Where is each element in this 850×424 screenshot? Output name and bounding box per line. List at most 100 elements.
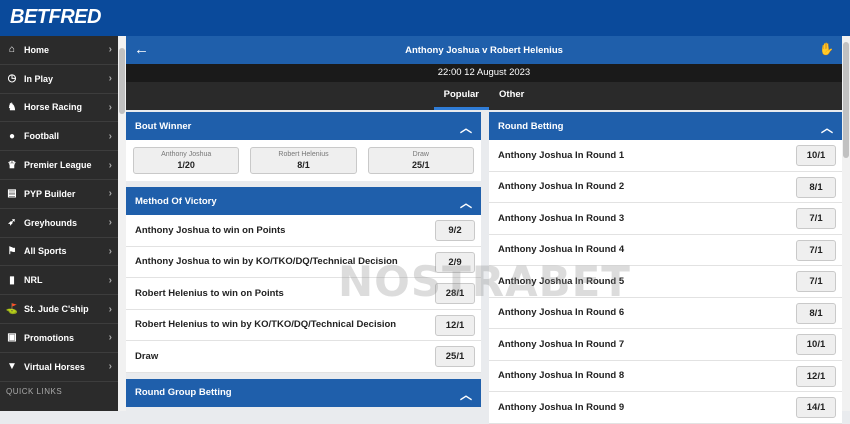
watermark: NOSTRABET <box>338 257 631 306</box>
round-betting-title: Round Betting <box>498 120 564 132</box>
odds-button[interactable]: 8/1 <box>796 302 836 324</box>
selection-button[interactable]: Draw 25/1 <box>367 147 474 174</box>
football-icon: ● <box>8 130 16 142</box>
selection-label: Anthony Joshua In Round 8 <box>498 370 625 382</box>
market-row: Robert Helenius to win by KO/TKO/DQ/Tech… <box>126 309 481 341</box>
rugby-icon: ▮ <box>9 274 15 286</box>
selection-label: Anthony Joshua In Round 9 <box>498 401 625 413</box>
market-row: Anthony Joshua In Round 1 10/1 <box>489 140 842 172</box>
sidebar-item[interactable]: ◷ In Play › <box>0 65 118 94</box>
sidebar-item-label: Promotions <box>24 332 75 343</box>
odds-button[interactable]: 12/1 <box>435 314 475 336</box>
odds-button[interactable]: 8/1 <box>796 176 836 198</box>
selection-button[interactable]: Robert Helenius 8/1 <box>250 147 357 174</box>
selection-odds: 1/20 <box>177 160 195 170</box>
method-of-victory-header[interactable]: Method Of Victory ︿ <box>126 187 481 215</box>
golf-icon: ⛳ <box>5 303 19 315</box>
round-betting-header[interactable]: Round Betting ︿ <box>489 112 842 140</box>
selection-name: Anthony Joshua <box>161 151 212 158</box>
chevron-right-icon: › <box>108 245 112 257</box>
tab-other[interactable]: Other <box>489 82 534 110</box>
sidebar-item[interactable]: ♞ Horse Racing › <box>0 94 118 123</box>
page-scrollbar-thumb[interactable] <box>843 42 849 158</box>
chevron-up-icon[interactable]: ︿ <box>821 119 833 136</box>
odds-button[interactable]: 7/1 <box>796 239 836 261</box>
market-row: Anthony Joshua to win on Points 9/2 <box>126 215 481 247</box>
promotions-icon: ▣ <box>7 332 17 344</box>
sidebar-item-label: Horse Racing <box>24 102 83 113</box>
event-header: ← Anthony Joshua v Robert Helenius ✋ <box>126 36 842 64</box>
round-group-betting-header[interactable]: Round Group Betting ︿ <box>126 378 481 407</box>
sidebar-item[interactable]: ⚑ All Sports › <box>0 238 118 267</box>
top-bar: BETFRED <box>0 0 850 36</box>
sidebar-item[interactable]: ▮ NRL › <box>0 266 118 296</box>
sidebar-item[interactable]: ▼ Virtual Horses › <box>0 353 118 382</box>
event-datetime: 22:00 12 August 2023 <box>126 64 842 82</box>
sports-icon: ⚑ <box>7 245 17 257</box>
market-tabs: Popular Other <box>126 82 842 110</box>
chevron-right-icon: › <box>108 159 112 171</box>
sidebar-item-label: Home <box>24 44 50 55</box>
chevron-up-icon[interactable]: ︿ <box>460 386 472 403</box>
back-arrow-icon[interactable]: ← <box>134 41 149 58</box>
selection-label: Robert Helenius to win by KO/TKO/DQ/Tech… <box>135 319 397 331</box>
stopwatch-icon: ◷ <box>7 73 17 85</box>
betfred-logo[interactable]: BETFRED <box>10 6 101 29</box>
sidebar-item[interactable]: ➶ Greyhounds › <box>0 209 118 238</box>
sidebar-scrollbar-thumb[interactable] <box>119 48 125 114</box>
builder-icon: ▤ <box>7 188 17 200</box>
odds-button[interactable]: 12/1 <box>796 365 836 387</box>
market-row: Anthony Joshua In Round 2 8/1 <box>489 171 842 203</box>
method-of-victory-title: Method Of Victory <box>135 195 217 207</box>
tab-popular[interactable]: Popular <box>433 82 490 110</box>
odds-button[interactable]: 10/1 <box>796 145 836 166</box>
chevron-up-icon[interactable]: ︿ <box>460 119 472 136</box>
market-row: Anthony Joshua In Round 9 14/1 <box>489 392 842 424</box>
selection-label: Robert Helenius to win on Points <box>135 287 284 299</box>
main-content: ← Anthony Joshua v Robert Helenius ✋ 22:… <box>126 36 842 424</box>
chevron-right-icon: › <box>108 44 112 56</box>
chevron-right-icon: › <box>108 101 112 113</box>
selection-odds: 8/1 <box>297 160 310 170</box>
selection-label: Anthony Joshua In Round 3 <box>498 212 625 224</box>
selection-name: Draw <box>412 151 429 158</box>
trophy-icon: ♛ <box>7 159 17 171</box>
quick-links-heading: QUICK LINKS <box>6 387 63 397</box>
round-group-betting-title: Round Group Betting <box>135 387 232 398</box>
odds-button[interactable]: 14/1 <box>796 397 836 418</box>
bet-builder-icon[interactable]: ✋ <box>819 42 834 56</box>
sidebar-item-label: PYP Builder <box>24 188 76 199</box>
sidebar-item-label: Football <box>24 131 59 142</box>
odds-button[interactable]: 25/1 <box>435 346 475 367</box>
event-title: Anthony Joshua v Robert Helenius <box>405 44 563 56</box>
selection-name: Robert Helenius <box>278 151 329 158</box>
chevron-right-icon: › <box>108 130 112 142</box>
chevron-right-icon: › <box>108 303 112 315</box>
selection-button[interactable]: Anthony Joshua 1/20 <box>133 147 240 174</box>
sidebar-item[interactable]: ▣ Promotions › <box>0 324 118 353</box>
sidebar-item[interactable]: ▤ PYP Builder › <box>0 180 118 209</box>
sidebar-item[interactable]: ⌂ Home › <box>0 36 118 65</box>
odds-button[interactable]: 7/1 <box>796 208 836 229</box>
sidebar-scrollbar[interactable] <box>118 36 126 411</box>
sidebar-item-label: Greyhounds <box>24 217 78 228</box>
odds-button[interactable]: 7/1 <box>796 271 836 292</box>
page-scrollbar[interactable] <box>842 36 850 411</box>
sidebar-item-label: St. Jude C'ship <box>24 304 89 315</box>
chevron-right-icon: › <box>108 361 112 373</box>
sidebar-item[interactable]: ⛳ St. Jude C'ship › <box>0 295 118 324</box>
chevron-up-icon[interactable]: ︿ <box>460 194 472 211</box>
market-row: Anthony Joshua In Round 8 12/1 <box>489 360 842 392</box>
market-row: Anthony Joshua In Round 3 7/1 <box>489 203 842 235</box>
sidebar-item[interactable]: ♛ Premier League › <box>0 151 118 180</box>
sidebar-item[interactable]: ● Football › <box>0 122 118 152</box>
market-row: Draw 25/1 <box>126 341 481 373</box>
bout-winner-header[interactable]: Bout Winner ︿ <box>126 112 481 140</box>
bout-winner-selections: Anthony Joshua 1/20 Robert Helenius 8/1 … <box>126 140 481 181</box>
odds-button[interactable]: 9/2 <box>435 220 475 241</box>
selection-label: Draw <box>135 350 159 362</box>
chevron-right-icon: › <box>108 217 112 229</box>
selection-label: Anthony Joshua In Round 2 <box>498 181 625 193</box>
bout-winner-title: Bout Winner <box>135 120 192 132</box>
odds-button[interactable]: 10/1 <box>796 334 836 355</box>
